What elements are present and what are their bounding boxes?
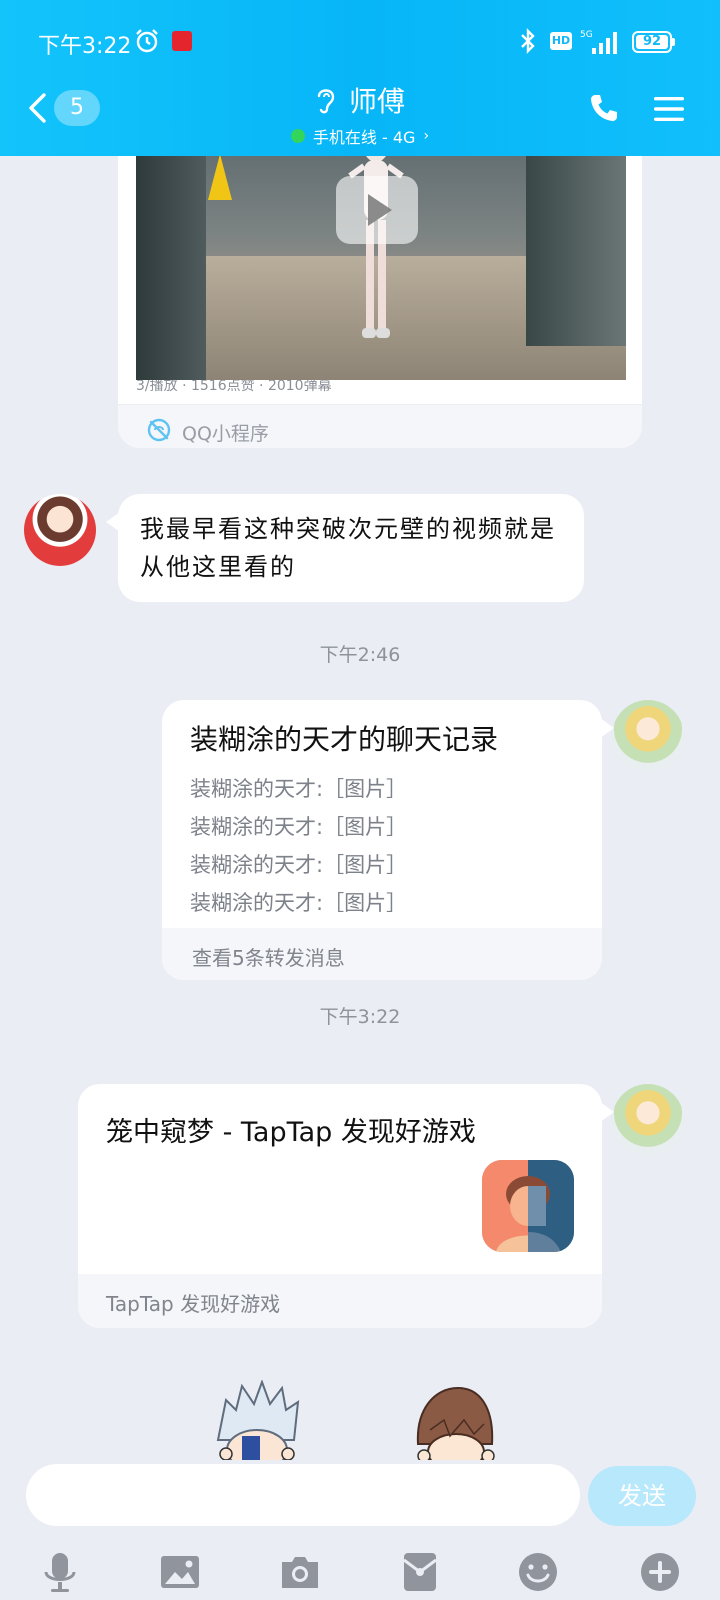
play-icon	[368, 194, 392, 226]
mini-program-card[interactable]: 3/播放 · 1516点赞 · 2010弹幕 QQ小程序	[118, 156, 642, 448]
chat-record-preview: 装糊涂的天才:［图片］ 装糊涂的天才:［图片］ 装糊涂的天才:［图片］ 装糊涂的…	[190, 770, 407, 922]
play-button[interactable]	[336, 176, 418, 244]
share-card-title: 笼中窥梦 - TapTap 发现好游戏	[106, 1117, 476, 1148]
timestamp: 下午2:46	[319, 644, 401, 666]
timestamp: 下午3:22	[319, 1006, 401, 1028]
mini-program-footer: QQ小程序	[118, 404, 642, 448]
alarm-icon	[136, 29, 158, 53]
mini-program-label: QQ小程序	[182, 423, 269, 445]
svg-text:5G: 5G	[580, 30, 593, 40]
microphone-icon[interactable]	[38, 1550, 82, 1594]
input-toolbar	[0, 1550, 720, 1594]
contact-name: 师傅	[348, 85, 405, 118]
phone-icon[interactable]	[588, 92, 620, 124]
plus-icon[interactable]	[638, 1550, 682, 1594]
signal-icon: 5G	[580, 30, 617, 54]
video-thumbnail	[136, 156, 626, 380]
battery-indicator: 92	[632, 31, 676, 53]
bluetooth-icon	[521, 28, 535, 54]
online-status: 手机在线 - 4G ›	[290, 124, 430, 148]
share-link-card[interactable]: 笼中窥梦 - TapTap 发现好游戏 TapTap 发现好游戏	[78, 1084, 602, 1328]
message-input[interactable]	[26, 1464, 580, 1526]
mini-program-icon	[147, 418, 171, 442]
message-list[interactable]: 3/播放 · 1516点赞 · 2010弹幕 QQ小程序 我最早看这种突破次元壁…	[0, 156, 720, 1460]
red-packet-icon[interactable]	[398, 1550, 442, 1594]
ear-icon	[317, 89, 335, 114]
peeking-sticker-left[interactable]	[212, 1380, 302, 1460]
incoming-message-bubble[interactable]: 我最早看这种突破次元壁的视频就是从他这里看的	[118, 494, 584, 602]
camera-icon[interactable]	[278, 1550, 322, 1594]
image-icon[interactable]	[158, 1550, 202, 1594]
chat-record-card[interactable]: 装糊涂的天才的聊天记录 装糊涂的天才:［图片］ 装糊涂的天才:［图片］ 装糊涂的…	[162, 700, 602, 980]
chat-record-line: 装糊涂的天才:［图片］	[190, 815, 408, 839]
chat-record-footer: 查看5条转发消息	[162, 928, 602, 980]
chat-record-line: 装糊涂的天才:［图片］	[190, 853, 408, 877]
wet-floor-sign	[208, 156, 232, 200]
netease-music-icon	[172, 31, 192, 51]
my-avatar[interactable]	[612, 1084, 684, 1156]
battery-level: 92	[636, 35, 668, 49]
contact-avatar[interactable]	[24, 494, 96, 566]
status-time: 下午3:22	[38, 34, 132, 59]
video-caption: 3/播放 · 1516点赞 · 2010弹幕	[136, 380, 332, 392]
peeking-sticker-right[interactable]	[410, 1380, 500, 1460]
emoji-icon[interactable]	[516, 1550, 560, 1594]
incoming-message-text: 我最早看这种突破次元壁的视频就是从他这里看的	[140, 515, 556, 581]
my-avatar[interactable]	[612, 700, 684, 772]
hd-badge: HD	[550, 32, 572, 50]
send-button[interactable]: 发送	[588, 1466, 696, 1526]
chat-record-title: 装糊涂的天才的聊天记录	[190, 723, 499, 756]
share-source-label: TapTap 发现好游戏	[106, 1292, 281, 1316]
chat-header: 下午3:22 HD 5G 92 5 师傅 手机在线 - 4G ›	[0, 0, 720, 156]
share-card-footer: TapTap 发现好游戏	[78, 1274, 602, 1328]
chat-record-line: 装糊涂的天才:［图片］	[190, 891, 408, 915]
online-dot	[290, 129, 305, 143]
view-forwarded-label: 查看5条转发消息	[192, 946, 345, 970]
online-status-text: 手机在线 - 4G	[312, 128, 416, 147]
chat-record-line: 装糊涂的天才:［图片］	[190, 777, 408, 801]
game-app-icon	[482, 1160, 574, 1252]
input-bar: 发送	[0, 1460, 720, 1600]
chevron-right-icon: ›	[423, 128, 430, 144]
status-bar: 下午3:22 HD 5G 92	[0, 22, 720, 62]
menu-icon[interactable]	[652, 94, 686, 124]
